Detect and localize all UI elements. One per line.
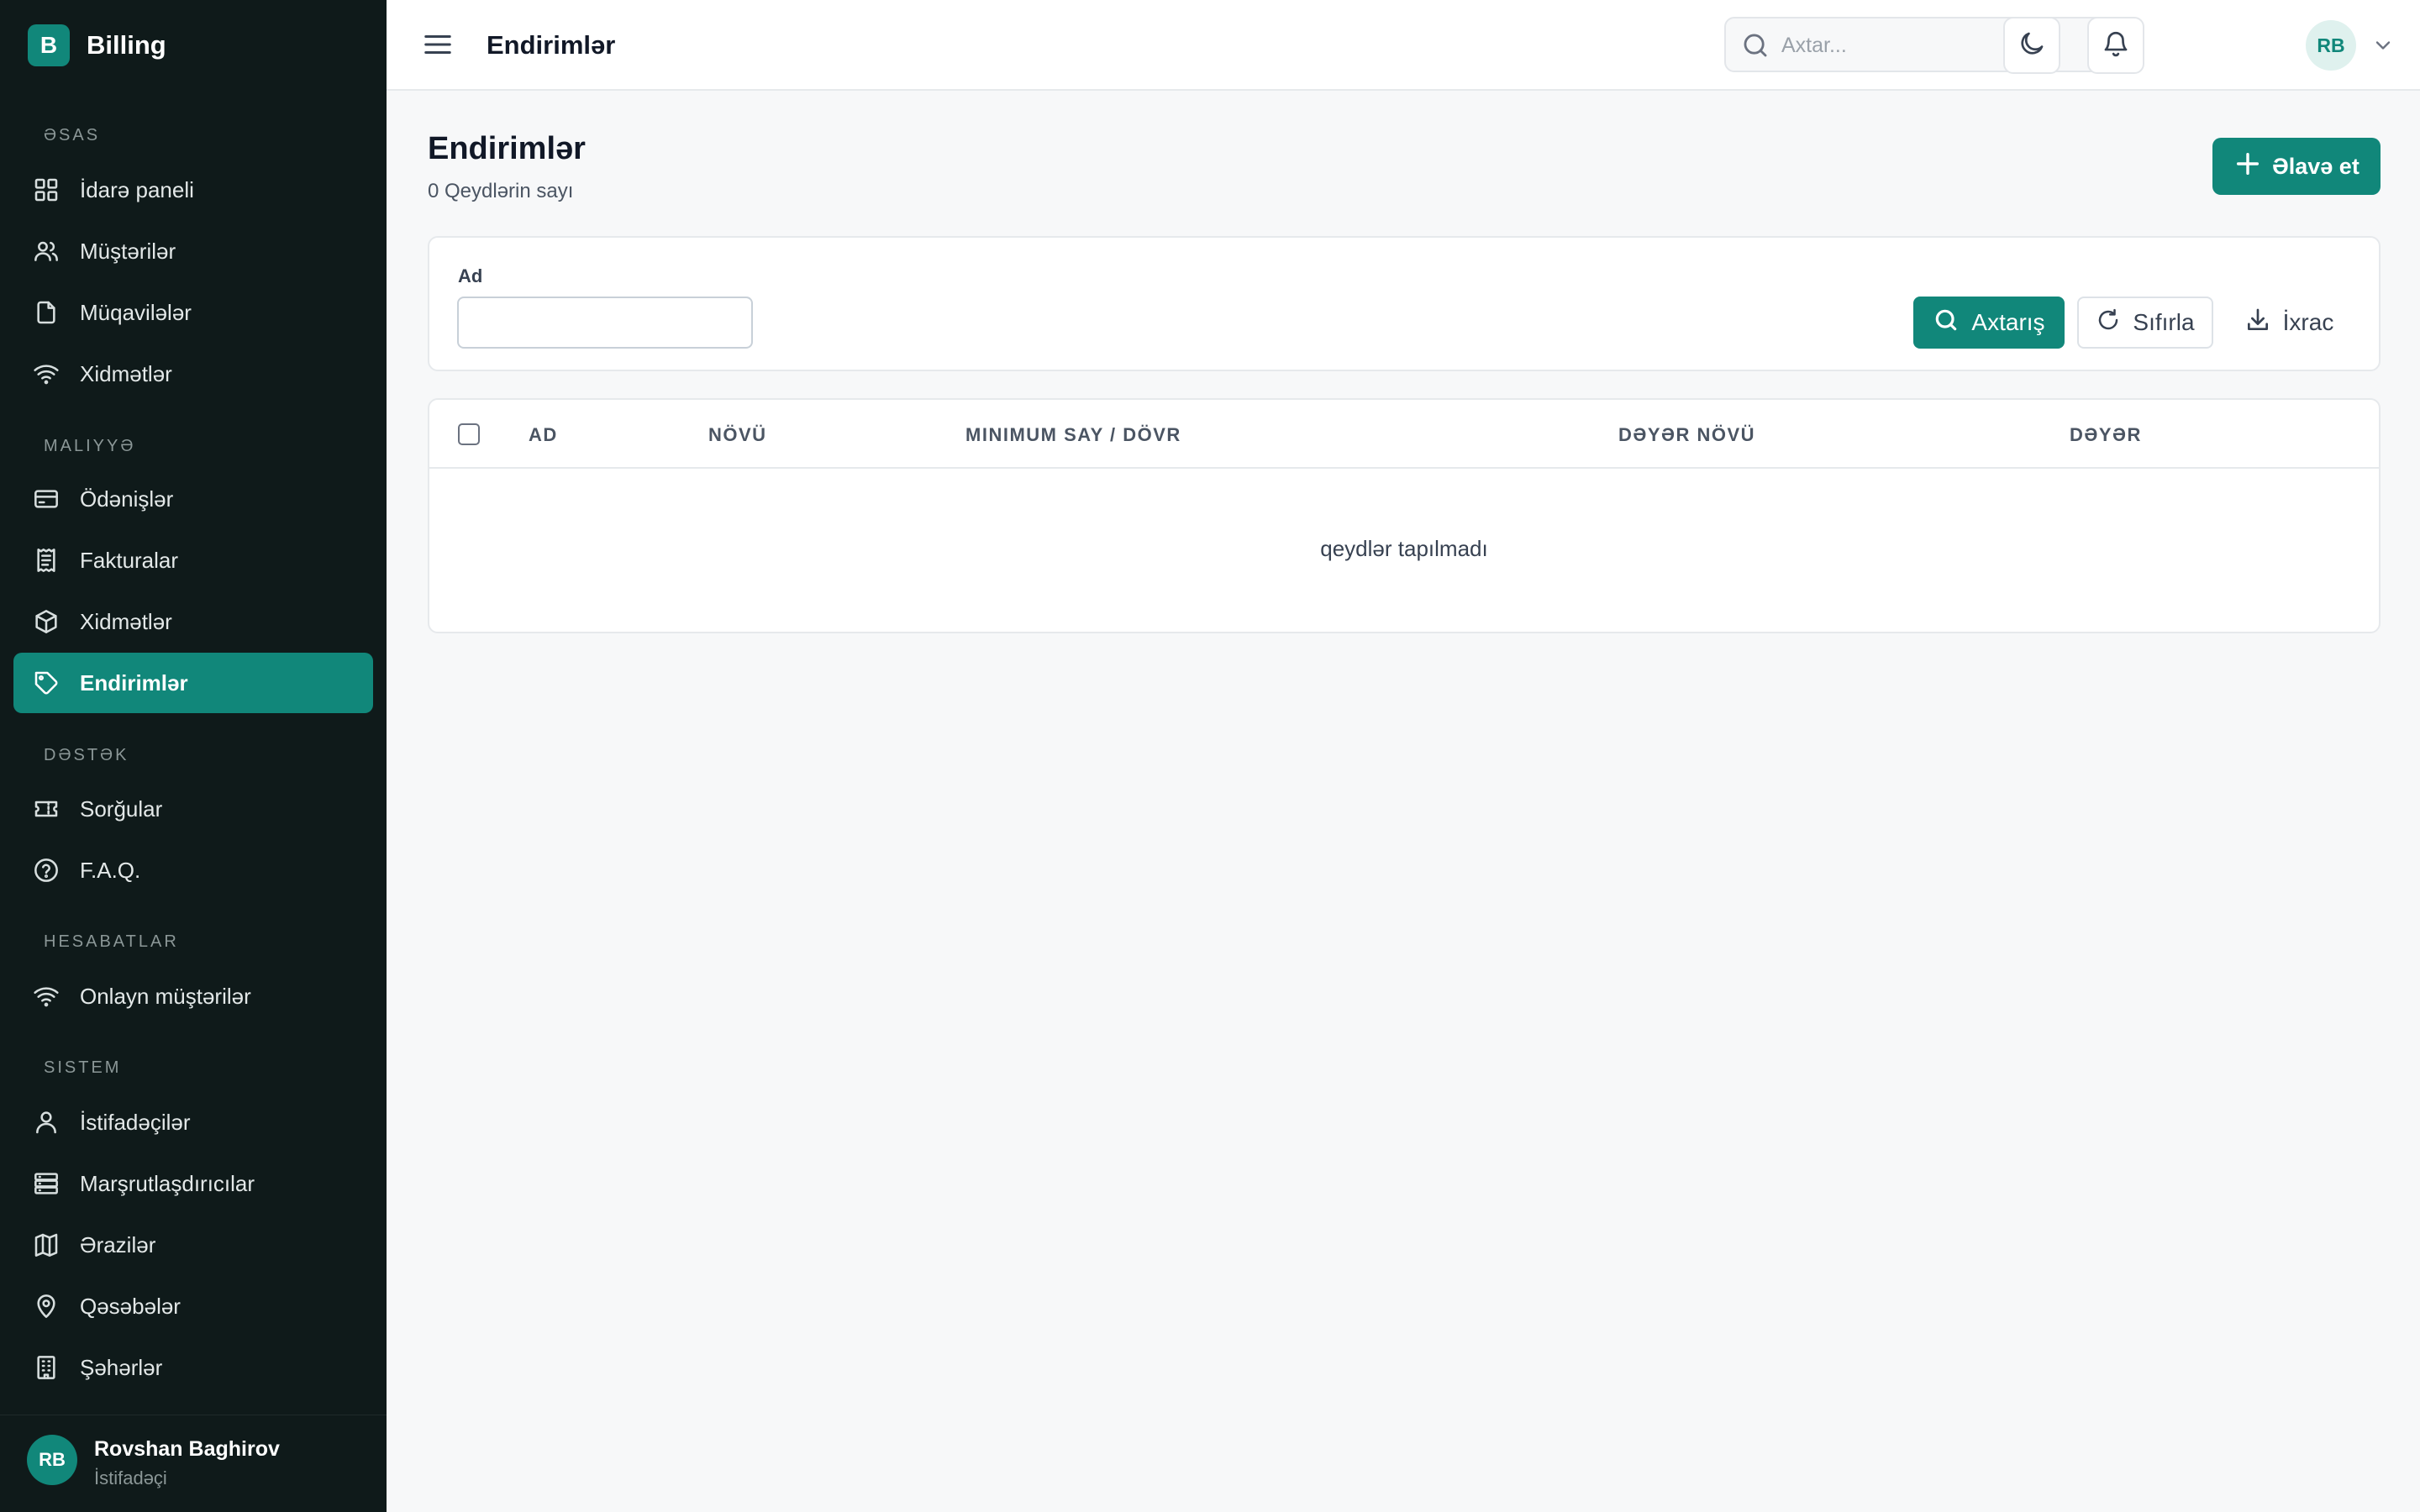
name-filter-label: Ad <box>458 265 483 286</box>
sidebar-item-label: Şəhərlər <box>80 1354 163 1380</box>
bell-icon <box>2102 29 2130 62</box>
sidebar-item-label: Müqavilələr <box>80 299 192 325</box>
user-icon <box>32 1108 60 1137</box>
refresh-icon <box>2096 307 2133 339</box>
user-menu-avatar[interactable]: RB <box>2306 20 2356 71</box>
download-icon <box>2244 307 2283 339</box>
current-user[interactable]: RB Rovshan Baghirov İstifadəçi <box>0 1415 387 1512</box>
sidebar-item-label: İstifadəçilər <box>80 1109 191 1135</box>
sidebar-item-label: Endirimlər <box>80 669 188 696</box>
section-title-hesabatlar: Hesabatlar <box>44 932 179 951</box>
column-header-name[interactable]: AD <box>529 424 558 446</box>
sidebar-item-label: İdarə paneli <box>80 176 194 202</box>
sidebar-item-payments[interactable]: Ödənişlər <box>13 469 373 529</box>
menu-icon[interactable] <box>422 29 454 60</box>
topbar-title: Endirimlər <box>487 30 616 60</box>
map-pin-icon <box>32 1292 60 1320</box>
ticket-icon <box>32 795 60 823</box>
sidebar-item-label: Marşrutlaşdırıcılar <box>80 1170 255 1196</box>
section-title-maliyye: Maliyyə <box>44 437 136 455</box>
reset-button-label: Sıfırla <box>2133 309 2195 335</box>
column-header-value-type[interactable]: DƏYƏR NÖVÜ <box>1618 424 1755 446</box>
table-header: AD NÖVÜ MINIMUM SAY / DÖVR DƏYƏR NÖVÜ DƏ… <box>429 400 2379 469</box>
column-header-type[interactable]: NÖVÜ <box>708 424 767 446</box>
wifi-icon <box>32 360 60 388</box>
map-icon <box>32 1231 60 1259</box>
empty-state-message: qeydlər tapılmadı <box>1320 536 1488 561</box>
search-button-label: Axtarış <box>1971 309 2045 335</box>
sidebar-item-label: Ərazilər <box>80 1231 156 1257</box>
discounts-table: AD NÖVÜ MINIMUM SAY / DÖVR DƏYƏR NÖVÜ DƏ… <box>428 398 2381 633</box>
plus-icon <box>2233 150 2272 184</box>
brand[interactable]: B Billing <box>28 24 166 67</box>
sidebar-item-label: Xidmətlər <box>80 360 172 386</box>
avatar: RB <box>27 1435 77 1485</box>
box-icon <box>32 607 60 636</box>
reset-button[interactable]: Sıfırla <box>2077 297 2213 349</box>
section-title-esas: Əsas <box>44 126 101 144</box>
user-role: İstifadəçi <box>94 1467 167 1488</box>
notifications-button[interactable] <box>2087 17 2144 74</box>
sidebar-item-label: Onlayn müştərilər <box>80 983 251 1009</box>
brand-name: Billing <box>87 30 166 60</box>
sidebar-item-label: Qəsəbələr <box>80 1293 181 1319</box>
sidebar-item-label: Ödənişlər <box>80 486 174 512</box>
search-icon <box>1741 31 1770 60</box>
export-button-label: İxrac <box>2282 309 2334 335</box>
sidebar-item-areas[interactable]: Ərazilər <box>13 1215 373 1275</box>
add-button[interactable]: Əlavə et <box>2212 138 2381 195</box>
file-icon <box>32 298 60 327</box>
sidebar-item-routers[interactable]: Marşrutlaşdırıcılar <box>13 1153 373 1214</box>
building-icon <box>32 1353 60 1382</box>
name-filter-input[interactable] <box>457 297 753 349</box>
sidebar-item-contracts[interactable]: Müqavilələr <box>13 282 373 343</box>
sidebar-item-label: F.A.Q. <box>80 857 141 883</box>
sidebar-item-invoices[interactable]: Fakturalar <box>13 530 373 591</box>
sidebar-item-label: Xidmətlər <box>80 608 172 634</box>
sidebar-item-dashboard[interactable]: İdarə paneli <box>13 160 373 220</box>
user-name: Rovshan Baghirov <box>94 1437 280 1461</box>
brand-logo: B <box>28 24 70 66</box>
add-button-label: Əlavə et <box>2272 153 2360 179</box>
sidebar-item-services[interactable]: Xidmətlər <box>13 344 373 404</box>
export-button[interactable]: İxrac <box>2226 297 2352 349</box>
record-count: 0 Qeydlərin sayı <box>428 180 574 202</box>
sidebar-item-online-customers[interactable]: Onlayn müştərilər <box>13 966 373 1026</box>
section-title-destek: Dəstək <box>44 746 129 764</box>
sidebar-item-label: Müştərilər <box>80 238 176 264</box>
sidebar-item-faq[interactable]: F.A.Q. <box>13 840 373 900</box>
filter-panel: Ad Axtarış Sıfırla İxrac <box>428 236 2381 371</box>
select-all-checkbox[interactable] <box>458 423 480 445</box>
column-header-value[interactable]: DƏYƏR <box>2070 424 2142 446</box>
grid-icon <box>32 176 60 204</box>
page-title: Endirimlər <box>428 131 586 166</box>
receipt-icon <box>32 546 60 575</box>
credit-card-icon <box>32 485 60 513</box>
sidebar-item-discounts[interactable]: Endirimlər <box>13 653 373 713</box>
moon-icon <box>2018 29 2046 62</box>
sidebar: B Billing Əsas İdarə paneli Müştərilər M… <box>0 0 387 1512</box>
search-icon <box>1933 307 1971 339</box>
chevron-down-icon[interactable] <box>2371 34 2395 57</box>
section-title-sistem: Sistem <box>44 1058 122 1077</box>
topbar: Endirimlər RB <box>387 0 2420 91</box>
tag-icon <box>32 669 60 697</box>
sidebar-item-customers[interactable]: Müştərilər <box>13 221 373 281</box>
sidebar-item-settlements[interactable]: Qəsəbələr <box>13 1276 373 1336</box>
server-icon <box>32 1169 60 1198</box>
sidebar-item-users[interactable]: İstifadəçilər <box>13 1092 373 1152</box>
sidebar-item-service-products[interactable]: Xidmətlər <box>13 591 373 652</box>
theme-toggle-button[interactable] <box>2003 17 2060 74</box>
sidebar-item-requests[interactable]: Sorğular <box>13 779 373 839</box>
wifi-icon <box>32 982 60 1011</box>
column-header-minimum[interactable]: MINIMUM SAY / DÖVR <box>965 424 1181 446</box>
users-icon <box>32 237 60 265</box>
sidebar-item-label: Sorğular <box>80 795 163 822</box>
search-button[interactable]: Axtarış <box>1913 297 2065 349</box>
sidebar-item-label: Fakturalar <box>80 547 179 573</box>
sidebar-item-cities[interactable]: Şəhərlər <box>13 1337 373 1398</box>
help-circle-icon <box>32 856 60 885</box>
